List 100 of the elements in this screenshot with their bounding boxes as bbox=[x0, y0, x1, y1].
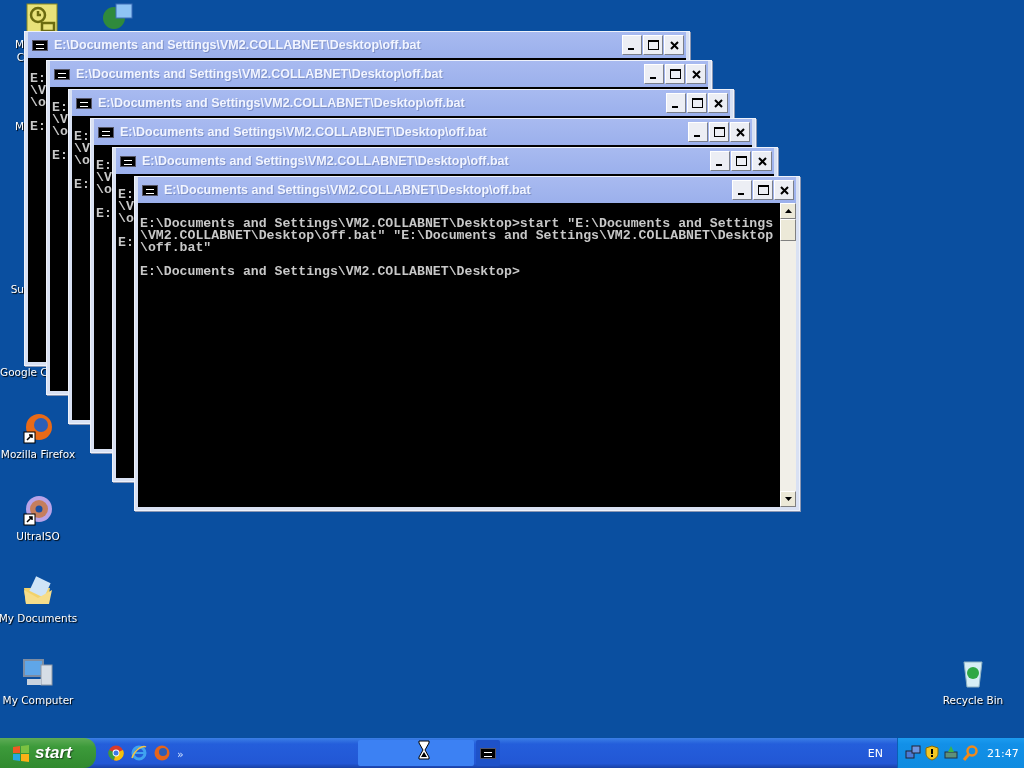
console-icon bbox=[142, 184, 158, 196]
icon-label[interactable]: UltraISO bbox=[0, 530, 78, 543]
console-line: \V bbox=[30, 85, 46, 97]
disc-icon[interactable] bbox=[22, 494, 54, 526]
console-prompt: E: bbox=[118, 237, 134, 249]
icon-label[interactable]: My Documents bbox=[0, 612, 78, 625]
console-line: E: bbox=[30, 73, 46, 85]
console-icon bbox=[32, 39, 48, 51]
computer-icon[interactable] bbox=[22, 657, 54, 689]
minimize-button[interactable] bbox=[688, 122, 708, 142]
console-icon bbox=[54, 68, 70, 80]
console-line: \V bbox=[96, 172, 112, 184]
console-prompt: E:\Documents and Settings\VM2.COLLABNET\Desktop> bbox=[140, 266, 520, 278]
more-chevron[interactable]: » bbox=[177, 748, 184, 761]
console-line: E: bbox=[52, 102, 68, 114]
console-line: \V bbox=[118, 201, 134, 213]
window-title: E:\Documents and Settings\VM2.COLLABNET\Desktop\off.bat bbox=[164, 183, 532, 197]
hourglass-cursor-icon bbox=[418, 740, 430, 760]
console-line: \o bbox=[118, 213, 134, 225]
scroll-thumb[interactable] bbox=[780, 219, 796, 241]
maximize-icon bbox=[647, 40, 659, 50]
window-title: E:\Documents and Settings\VM2.COLLABNET\Desktop\off.bat bbox=[142, 154, 510, 168]
close-icon bbox=[735, 127, 745, 137]
language-indicator[interactable]: EN bbox=[867, 746, 883, 760]
console-line: \V bbox=[52, 114, 68, 126]
icon-label[interactable]: Su bbox=[0, 283, 24, 296]
maximize-icon bbox=[691, 98, 703, 108]
console-icon bbox=[480, 747, 496, 759]
internet-explorer-icon[interactable] bbox=[131, 745, 147, 761]
console-prompt: E: bbox=[74, 179, 90, 191]
close-button[interactable] bbox=[730, 122, 750, 142]
minimize-button[interactable] bbox=[732, 180, 752, 200]
scrollbar[interactable] bbox=[780, 203, 796, 507]
down-arrow-icon bbox=[784, 497, 792, 501]
window-title: E:\Documents and Settings\VM2.COLLABNET\Desktop\off.bat bbox=[76, 67, 444, 81]
minimize-icon bbox=[738, 192, 744, 195]
icon-label[interactable]: Google C bbox=[0, 366, 46, 379]
console-line: E:\Documents and Settings\VM2.COLLABNET\Desktop>start "E:\Documents and Settings bbox=[140, 218, 774, 230]
console-line: \o bbox=[74, 155, 90, 167]
icon-label[interactable]: C bbox=[0, 51, 24, 64]
minimize-icon bbox=[694, 134, 700, 137]
icon-label[interactable]: Recycle Bin bbox=[933, 694, 1013, 707]
minimize-button[interactable] bbox=[710, 151, 730, 171]
console-line: \V bbox=[74, 143, 90, 155]
console-line: \VM2.COLLABNET\Desktop\off.bat" "E:\Documents and Settings\VM2.COLLABNET\Desktop bbox=[140, 230, 774, 242]
window-title: E:\Documents and Settings\VM2.COLLABNET\Desktop\off.bat bbox=[98, 96, 466, 110]
console-icon bbox=[120, 155, 136, 167]
minimize-icon bbox=[716, 163, 722, 166]
maximize-button[interactable] bbox=[643, 35, 663, 55]
console-line: E: bbox=[118, 189, 134, 201]
console-prompt: E: bbox=[96, 208, 112, 220]
icon-label[interactable]: My Computer bbox=[0, 694, 78, 707]
maximize-button[interactable] bbox=[753, 180, 773, 200]
close-icon bbox=[757, 156, 767, 166]
icon-label[interactable]: M bbox=[0, 120, 24, 133]
maximize-button[interactable] bbox=[731, 151, 751, 171]
up-arrow-icon bbox=[784, 209, 792, 213]
network-globe-icon[interactable] bbox=[102, 0, 134, 32]
minimize-icon bbox=[672, 105, 678, 108]
console-line: \o bbox=[52, 126, 68, 138]
chrome-browser-icon[interactable] bbox=[108, 745, 124, 761]
start-button[interactable]: start bbox=[0, 738, 96, 768]
console-icon bbox=[76, 97, 92, 109]
console-line: \o bbox=[30, 97, 46, 109]
console-prompt: E: bbox=[52, 150, 68, 162]
maximize-button[interactable] bbox=[687, 93, 707, 113]
scroll-down-button[interactable] bbox=[780, 491, 796, 507]
console-icon bbox=[98, 126, 114, 138]
minimize-button[interactable] bbox=[666, 93, 686, 113]
minimize-button[interactable] bbox=[622, 35, 642, 55]
maximize-icon bbox=[669, 69, 681, 79]
close-button[interactable] bbox=[774, 180, 794, 200]
close-button[interactable] bbox=[752, 151, 772, 171]
maximize-button[interactable] bbox=[665, 64, 685, 84]
security-shield-icon[interactable] bbox=[924, 745, 940, 761]
minimize-button[interactable] bbox=[644, 64, 664, 84]
maximize-icon bbox=[713, 127, 725, 137]
close-button[interactable] bbox=[708, 93, 728, 113]
browser-fox-icon[interactable] bbox=[22, 412, 54, 444]
console-line: E: bbox=[96, 160, 112, 172]
scroll-up-button[interactable] bbox=[780, 203, 796, 219]
console-line: E: bbox=[74, 131, 90, 143]
close-button[interactable] bbox=[686, 64, 706, 84]
taskbar-button[interactable] bbox=[358, 740, 474, 766]
window-title: E:\Documents and Settings\VM2.COLLABNET\Desktop\off.bat bbox=[120, 125, 488, 139]
maximize-icon bbox=[735, 156, 747, 166]
windows-flag-icon bbox=[12, 744, 30, 762]
network-computers-icon[interactable] bbox=[905, 745, 921, 761]
maximize-icon bbox=[757, 185, 769, 195]
close-button[interactable] bbox=[664, 35, 684, 55]
icon-label[interactable]: M bbox=[0, 38, 24, 51]
window-title: E:\Documents and Settings\VM2.COLLABNET\Desktop\off.bat bbox=[54, 38, 422, 52]
minimize-icon bbox=[650, 76, 656, 79]
close-icon bbox=[669, 40, 679, 50]
console-line: \off.bat" bbox=[140, 242, 212, 254]
minimize-icon bbox=[628, 47, 634, 50]
taskbar-button[interactable] bbox=[476, 740, 500, 766]
icon-label[interactable]: Mozilla Firefox bbox=[0, 448, 78, 461]
maximize-button[interactable] bbox=[709, 122, 729, 142]
console-line: \o bbox=[96, 184, 112, 196]
